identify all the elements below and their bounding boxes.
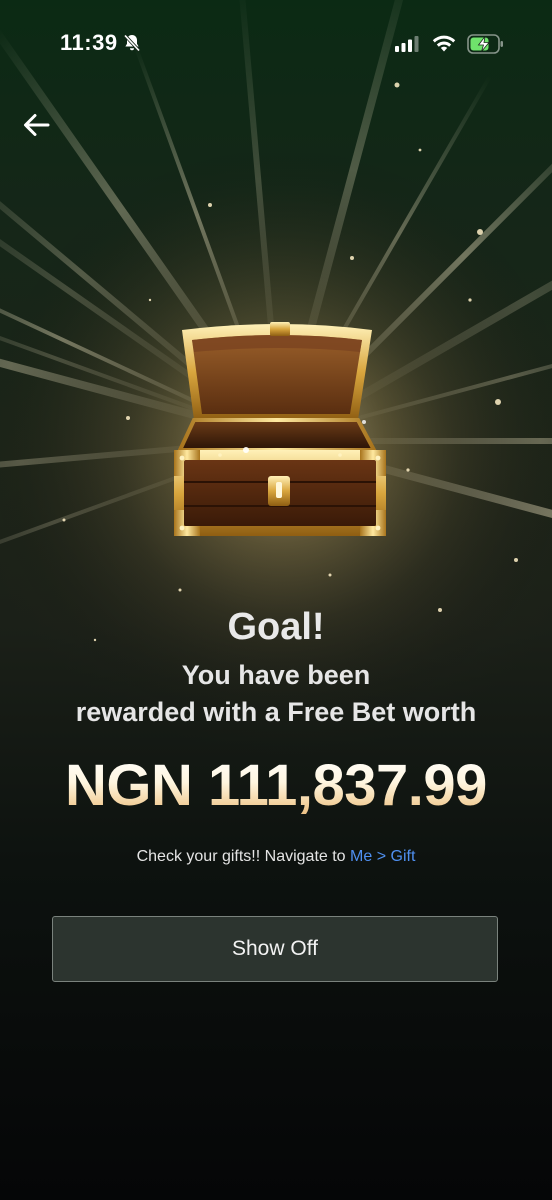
sparkle (514, 558, 518, 562)
sparkle (406, 468, 410, 472)
gift-hint-text: Check your gifts!! Navigate to (136, 848, 351, 865)
sparkle (178, 588, 182, 592)
reward-title: Goal! (227, 606, 325, 648)
signal-icon (395, 36, 419, 52)
reward-message-line-2: rewarded with a Free Bet worth (75, 697, 477, 727)
gift-nav-link[interactable]: Me > Gift (350, 848, 415, 865)
sparkle (208, 203, 212, 207)
bell-slash-icon (123, 34, 141, 52)
sparkle (126, 416, 130, 420)
status-time: 11:39 (60, 30, 118, 55)
sparkle (468, 298, 472, 302)
treasure-chest-icon (174, 322, 386, 536)
battery-charging-icon (467, 34, 503, 54)
sparkle (328, 573, 332, 577)
reward-message-line-1: You have been (181, 660, 371, 690)
wifi-icon (432, 35, 456, 52)
reward-amount: NGN 111,837.99 (0, 752, 552, 819)
reward-screen: 11:39 Goal! You have been rewarded with … (0, 0, 552, 1200)
status-bar: 11:39 (0, 0, 552, 90)
sparkle (148, 298, 152, 302)
sparkle (418, 148, 422, 152)
gift-hint: Check your gifts!! Navigate to Me > Gift (0, 848, 552, 866)
sparkle (350, 256, 354, 260)
sparkle (495, 399, 501, 405)
light-rays-background (0, 0, 552, 1200)
show-off-button[interactable]: Show Off (52, 916, 498, 982)
arrow-left-icon (24, 114, 50, 136)
back-button[interactable] (16, 104, 58, 146)
sparkle (62, 518, 66, 522)
sparkle (477, 229, 483, 235)
